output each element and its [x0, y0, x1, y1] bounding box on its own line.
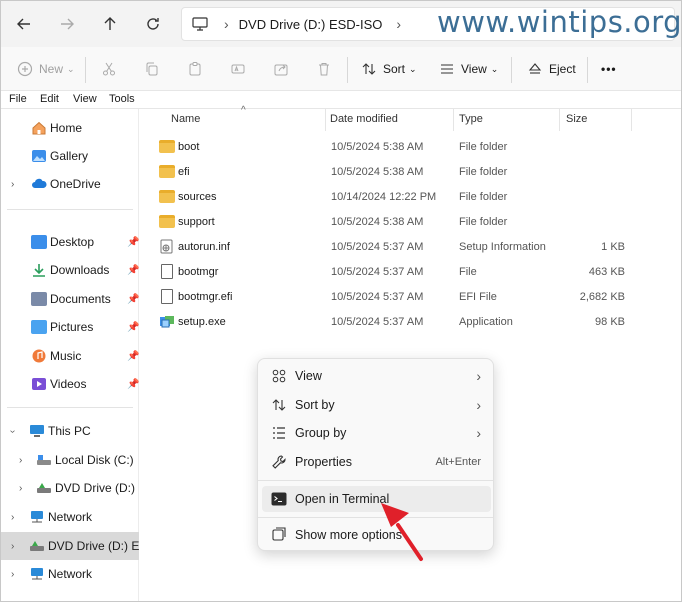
annotation-arrow [381, 503, 423, 561]
file-explorer-window: › DVD Drive (D:) ESD-ISO › www.wintips.o… [0, 0, 682, 602]
